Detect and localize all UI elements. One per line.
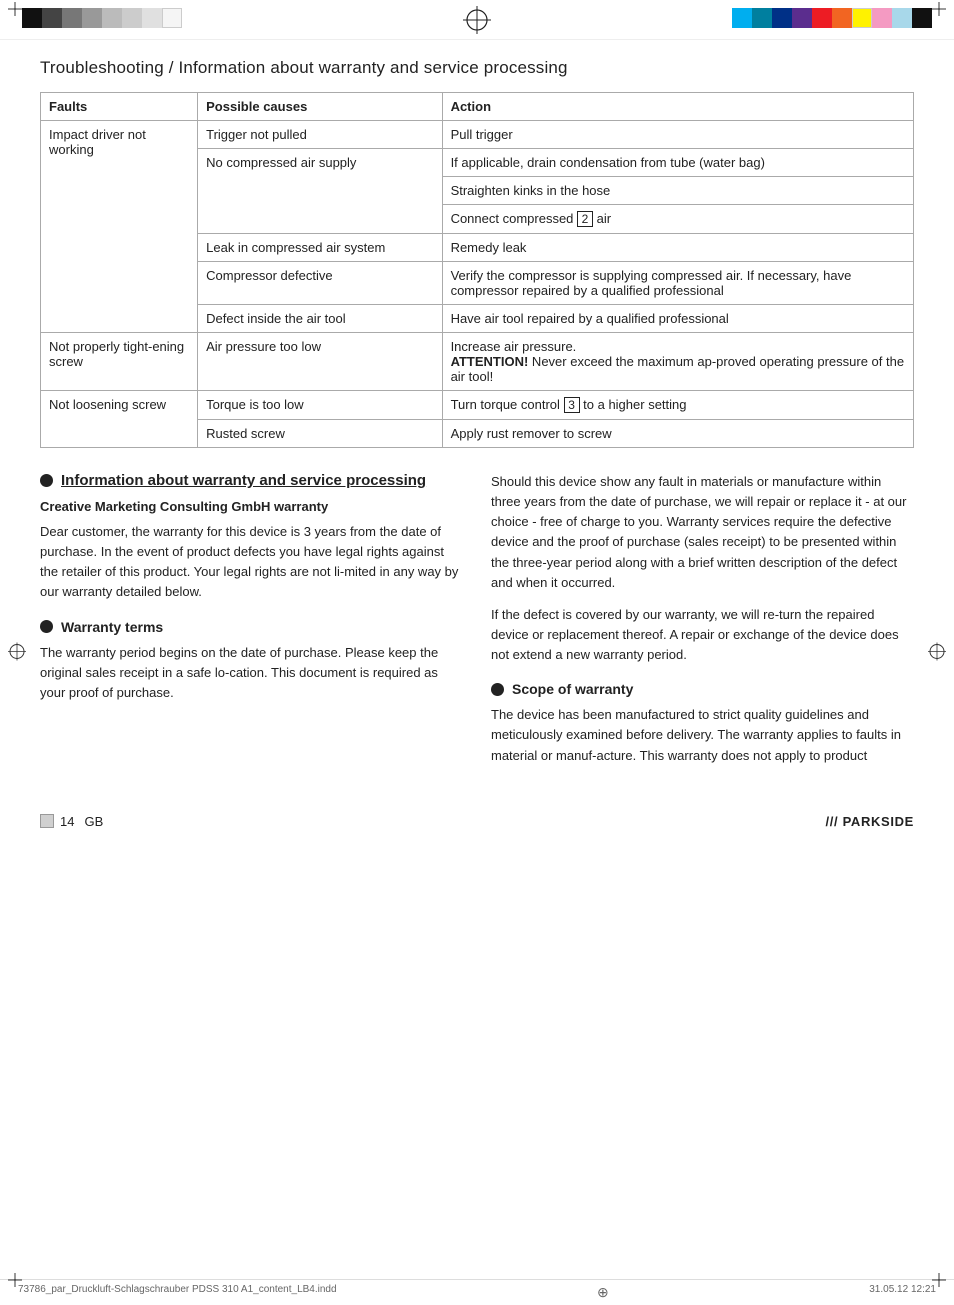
table-row: Impact driver not working Trigger not pu… xyxy=(41,121,914,149)
crosshair-center: ⊕ xyxy=(597,1284,609,1301)
bottom-left-cropmark xyxy=(8,1273,22,1287)
file-name: 73786_par_Druckluft-Schlagschrauber PDSS… xyxy=(18,1284,337,1301)
warranty-sub-heading: Creative Marketing Consulting GmbH warra… xyxy=(40,499,463,514)
page-number: 14 xyxy=(60,814,74,829)
right-col-body-1: Should this device show any fault in mat… xyxy=(491,472,914,593)
bullet-icon xyxy=(40,474,53,487)
warranty-heading-text: Information about warranty and service p… xyxy=(61,472,426,489)
action-cell: Apply rust remover to screw xyxy=(442,420,913,448)
action-cell: Connect compressed 2 air xyxy=(442,205,913,234)
cause-cell: Torque is too low xyxy=(198,391,442,420)
fault-cell: Impact driver not working xyxy=(41,121,198,333)
bottom-right-cropmark xyxy=(932,1273,946,1287)
warranty-terms-heading: Warranty terms xyxy=(40,619,463,635)
fault-cell: Not properly tight-ening screw xyxy=(41,333,198,391)
right-reg-mark xyxy=(928,642,946,663)
col-header-faults: Faults xyxy=(41,93,198,121)
warranty-main-heading: Information about warranty and service p… xyxy=(40,472,463,489)
warranty-terms-heading-text: Warranty terms xyxy=(61,619,163,635)
locale-label: GB xyxy=(84,814,103,829)
cause-cell: Defect inside the air tool xyxy=(198,305,442,333)
cause-cell: Trigger not pulled xyxy=(198,121,442,149)
col-header-action: Action xyxy=(442,93,913,121)
action-cell: Remedy leak xyxy=(442,234,913,262)
page-footer: 14 GB /// PARKSIDE xyxy=(0,806,954,835)
bullet-icon-2 xyxy=(40,620,53,633)
table-row: Not loosening screw Torque is too low Tu… xyxy=(41,391,914,420)
scope-heading-text: Scope of warranty xyxy=(512,681,633,697)
action-cell: Turn torque control 3 to a higher settin… xyxy=(442,391,913,420)
action-cell: Pull trigger xyxy=(442,121,913,149)
col-header-causes: Possible causes xyxy=(198,93,442,121)
step-number-2: 2 xyxy=(577,211,593,227)
action-cell: If applicable, drain condensation from t… xyxy=(442,149,913,177)
warranty-left-col: Information about warranty and service p… xyxy=(40,472,463,778)
right-col-body-2: If the defect is covered by our warranty… xyxy=(491,605,914,665)
warranty-section: Information about warranty and service p… xyxy=(40,472,914,778)
cause-cell: Air pressure too low xyxy=(198,333,442,391)
warranty-right-col: Should this device show any fault in mat… xyxy=(491,472,914,778)
crosshair-icon xyxy=(463,6,491,34)
left-reg-mark xyxy=(8,642,26,663)
step-number-3: 3 xyxy=(564,397,580,413)
action-cell: Increase air pressure. ATTENTION! Never … xyxy=(442,333,913,391)
action-cell: Have air tool repaired by a qualified pr… xyxy=(442,305,913,333)
page-title: Troubleshooting / Information about warr… xyxy=(40,58,914,78)
attention-label: ATTENTION! xyxy=(451,354,529,369)
page-indicator-box xyxy=(40,814,54,828)
file-info-bar: 73786_par_Druckluft-Schlagschrauber PDSS… xyxy=(0,1279,954,1305)
scope-heading: Scope of warranty xyxy=(491,681,914,697)
fault-cell: Not loosening screw xyxy=(41,391,198,448)
bullet-icon-3 xyxy=(491,683,504,696)
troubleshooting-table: Faults Possible causes Action Impact dri… xyxy=(40,92,914,448)
cause-cell: Compressor defective xyxy=(198,262,442,305)
cause-cell: Leak in compressed air system xyxy=(198,234,442,262)
scope-body: The device has been manufactured to stri… xyxy=(491,705,914,765)
file-date: 31.05.12 12:21 xyxy=(869,1284,936,1301)
cause-cell: Rusted screw xyxy=(198,420,442,448)
action-cell: Straighten kinks in the hose xyxy=(442,177,913,205)
warranty-body-1: Dear customer, the warranty for this dev… xyxy=(40,522,463,603)
parkside-brand: /// PARKSIDE xyxy=(826,814,914,829)
cause-cell: No compressed air supply xyxy=(198,149,442,234)
warranty-terms-body: The warranty period begins on the date o… xyxy=(40,643,463,703)
action-cell: Verify the compressor is supplying compr… xyxy=(442,262,913,305)
table-row: Not properly tight-ening screw Air press… xyxy=(41,333,914,391)
